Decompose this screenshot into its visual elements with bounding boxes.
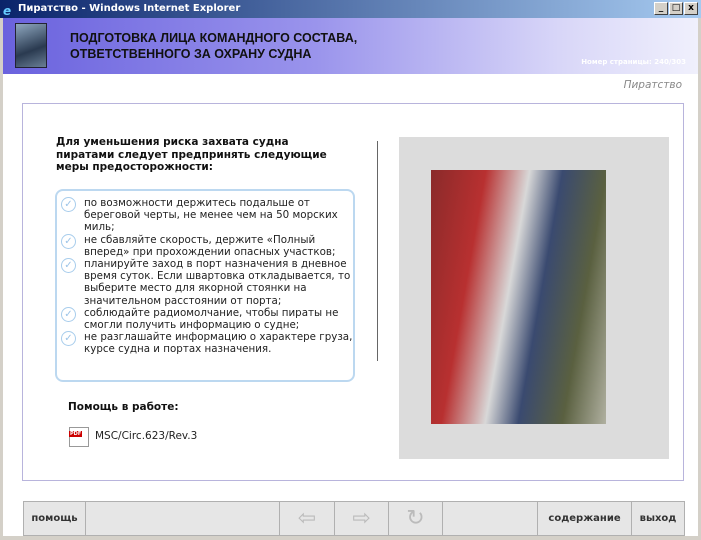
- exit-button[interactable]: выход: [632, 502, 684, 535]
- contents-button[interactable]: содержание: [538, 502, 632, 535]
- navigation-toolbar: помощь ⇦ ⇨ ↻ содержание выход: [23, 501, 685, 536]
- reload-icon[interactable]: ↻: [389, 502, 443, 535]
- list-item: ✓ не сбавляйте скорость, держите «Полный …: [61, 233, 354, 258]
- close-button[interactable]: x: [684, 2, 698, 15]
- toolbar-spacer: [443, 502, 538, 535]
- course-title: ПОДГОТОВКА ЛИЦА КОМАНДНОГО СОСТАВА, ОТВЕ…: [70, 30, 357, 62]
- toolbar-spacer: [86, 502, 280, 535]
- check-icon: ✓: [61, 306, 76, 322]
- check-icon: ✓: [61, 258, 76, 274]
- window-titlebar: e Пиратство - Windows Internet Explorer …: [0, 0, 701, 18]
- help-button[interactable]: помощь: [24, 502, 86, 535]
- course-title-line1: ПОДГОТОВКА ЛИЦА КОМАНДНОГО СОСТАВА,: [70, 31, 358, 45]
- back-arrow-icon[interactable]: ⇦: [280, 502, 335, 535]
- help-heading: Помощь в работе:: [68, 401, 179, 413]
- page-number: Номер страницы: 240/303: [581, 58, 686, 66]
- document-link[interactable]: MSC/Circ.623/Rev.3: [95, 430, 197, 442]
- list-item: ✓ планируйте заход в порт назначения в дн…: [61, 258, 354, 307]
- minimize-button[interactable]: _: [654, 2, 668, 15]
- list-item-text: соблюдайте радиомолчание, чтобы пираты н…: [84, 306, 339, 332]
- list-item-text: по возможности держитесь подальше от бер…: [84, 197, 338, 234]
- forward-arrow-icon[interactable]: ⇨: [335, 502, 389, 535]
- pirate-boarding-photo: [431, 170, 606, 424]
- intro-text: Для уменьшения риска захвата судна пират…: [56, 136, 327, 173]
- officer-image: [15, 23, 47, 68]
- course-header: ПОДГОТОВКА ЛИЦА КОМАНДНОГО СОСТАВА, ОТВЕ…: [3, 18, 698, 74]
- window-title: Пиратство - Windows Internet Explorer: [18, 3, 241, 14]
- list-item-text: не разглашайте информацию о характере гр…: [84, 331, 353, 356]
- list-item-text: не сбавляйте скорость, держите «Полный в…: [84, 233, 336, 258]
- list-item: ✓ не разглашайте информацию о характере г…: [61, 331, 354, 356]
- check-icon: ✓: [61, 197, 76, 212]
- precautions-list: ✓ по возможности держитесь подальше от бе…: [61, 197, 354, 356]
- pdf-icon[interactable]: PDF: [69, 427, 89, 447]
- list-item: ✓ по возможности держитесь подальше от бе…: [61, 197, 354, 234]
- check-icon: ✓: [61, 233, 76, 249]
- course-title-line2: ОТВЕТСТВЕННОГО ЗА ОХРАНУ СУДНА: [70, 47, 312, 61]
- list-item: ✓ соблюдайте радиомолчание, чтобы пираты …: [61, 306, 354, 332]
- list-item-text: планируйте заход в порт назначения в дне…: [84, 258, 351, 307]
- section-title: Пиратство: [623, 79, 682, 91]
- maximize-button[interactable]: □: [669, 2, 683, 15]
- pdf-badge: PDF: [69, 431, 83, 437]
- divider: [377, 141, 378, 361]
